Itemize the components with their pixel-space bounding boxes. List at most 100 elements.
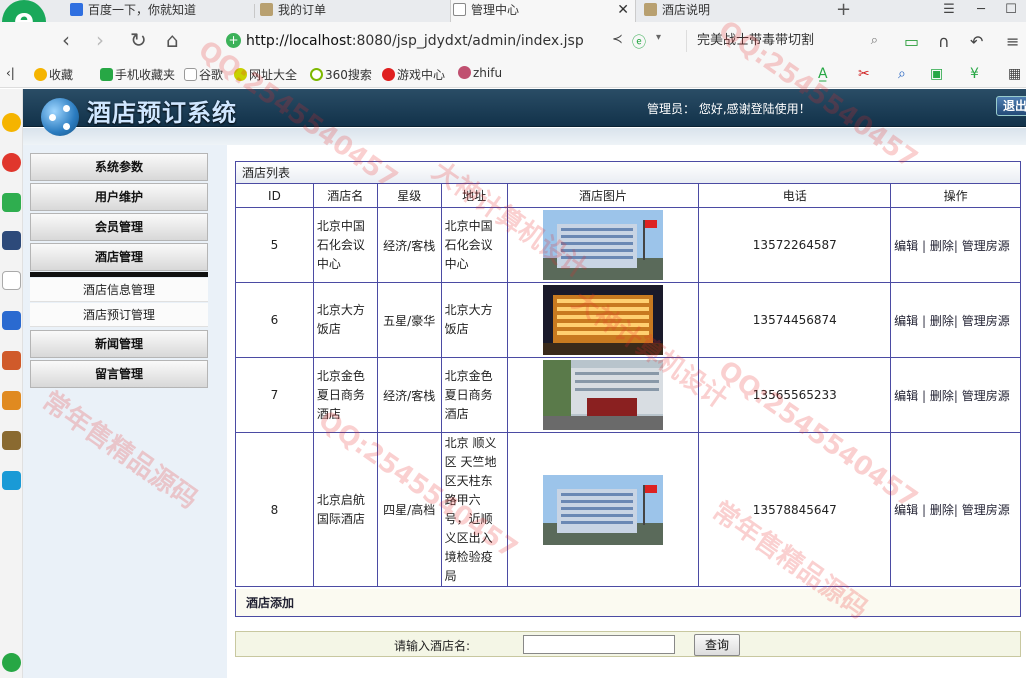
- table-row: 8 北京启航国际酒店 四星/高档 北京 顺义区 天竺地区天柱东路甲六号，近顺义区…: [235, 432, 1021, 587]
- news-icon[interactable]: [2, 231, 21, 250]
- zhifu-icon: [458, 66, 471, 79]
- new-tab-button[interactable]: +: [836, 0, 851, 20]
- query-button[interactable]: 查询: [694, 634, 740, 656]
- delete-link[interactable]: 删除: [930, 389, 954, 403]
- baidu-icon: [70, 3, 83, 16]
- game-app-icon[interactable]: [2, 351, 21, 370]
- bookmark-360[interactable]: 360搜索: [310, 66, 372, 83]
- app-p-icon[interactable]: [2, 471, 21, 490]
- bookmark-google[interactable]: 谷歌: [184, 66, 223, 83]
- back-icon[interactable]: ‹: [62, 30, 70, 50]
- bookmark-games[interactable]: 游戏中心: [382, 66, 445, 83]
- menu-hotel-management[interactable]: 酒店管理: [30, 243, 208, 271]
- manage-rooms-link[interactable]: 管理房源: [962, 389, 1010, 403]
- tab-admin-center[interactable]: 管理中心 ✕: [450, 0, 636, 22]
- menu-news-management[interactable]: 新闻管理: [30, 330, 208, 358]
- cell-phone: 13565565233: [698, 357, 892, 433]
- chat-icon[interactable]: [2, 311, 21, 330]
- menu-member-management[interactable]: 会员管理: [30, 213, 208, 241]
- undo-icon[interactable]: ↶: [970, 32, 983, 51]
- share-icon[interactable]: ≺: [612, 32, 623, 47]
- favorites-star-icon[interactable]: [2, 113, 21, 132]
- minimize-button[interactable]: ─: [966, 0, 996, 22]
- cell-star: 四星/高档: [376, 432, 442, 587]
- delete-link[interactable]: 删除: [930, 503, 954, 517]
- tab-hotel-info[interactable]: 酒店说明: [642, 0, 822, 22]
- magnifier-icon[interactable]: ⌕: [898, 66, 906, 82]
- bookmark-favorites[interactable]: 收藏: [34, 66, 73, 83]
- menu-message-management[interactable]: 留言管理: [30, 360, 208, 388]
- tab-label: 我的订单: [278, 3, 327, 17]
- mail-icon[interactable]: [2, 193, 21, 212]
- close-tab-icon[interactable]: ✕: [617, 0, 629, 20]
- manage-rooms-link[interactable]: 管理房源: [962, 314, 1010, 328]
- cell-address: 北京中国石化会议中心: [440, 207, 508, 283]
- tab-baidu[interactable]: 百度一下，你就知道: [68, 0, 248, 22]
- menu-icon[interactable]: ☰: [934, 0, 964, 22]
- col-address: 地址: [440, 183, 508, 208]
- cell-address: 北京金色夏日商务酒店: [440, 357, 508, 433]
- search360-icon: [310, 68, 323, 81]
- cell-id: 7: [235, 357, 314, 433]
- apps-grid-icon[interactable]: ▦: [1008, 66, 1021, 82]
- cell-name: 北京启航国际酒店: [312, 432, 378, 587]
- game-app2-icon[interactable]: [2, 391, 21, 410]
- bookmark-zhifu[interactable]: zhifu: [458, 66, 502, 80]
- list-title: 酒店列表: [235, 161, 1021, 183]
- secure-shield-icon: +: [226, 33, 241, 48]
- menu-user-maintenance[interactable]: 用户维护: [30, 183, 208, 211]
- submenu-hotel-booking[interactable]: 酒店预订管理: [30, 303, 208, 327]
- logout-button[interactable]: 退出: [996, 96, 1026, 116]
- col-photo: 酒店图片: [506, 183, 700, 208]
- delete-link[interactable]: 删除: [930, 239, 954, 253]
- cell-address: 北京 顺义区 天竺地区天柱东路甲六号，近顺义区出入境检验疫局: [440, 432, 508, 587]
- search-box[interactable]: 完美战士带毒带切割 ⌕: [686, 30, 886, 52]
- translate-icon[interactable]: A̲: [818, 66, 828, 82]
- hotel-photo[interactable]: [542, 360, 663, 430]
- currency-icon[interactable]: ¥: [970, 66, 979, 82]
- forward-icon[interactable]: ›: [96, 30, 104, 50]
- headphone-icon[interactable]: ∩: [938, 32, 950, 51]
- phone-icon: [100, 68, 113, 81]
- maximize-button[interactable]: ☐: [996, 0, 1026, 22]
- manage-rooms-link[interactable]: 管理房源: [962, 239, 1010, 253]
- scissors-icon[interactable]: ✂: [858, 66, 870, 82]
- add-dock-icon[interactable]: [2, 653, 21, 672]
- bookmark-sites[interactable]: 网址大全: [234, 66, 297, 83]
- add-hotel-link[interactable]: 酒店添加: [235, 589, 1021, 617]
- game-app3-icon[interactable]: [2, 431, 21, 450]
- col-name: 酒店名: [312, 183, 378, 208]
- more-menu-icon[interactable]: ≡: [1006, 32, 1019, 51]
- reload-icon[interactable]: ↻: [130, 30, 147, 50]
- bookmark-mobile[interactable]: 手机收藏夹: [100, 66, 175, 83]
- bookmarks-toggle-icon[interactable]: ‹|: [6, 66, 15, 80]
- browser-nav-bar: ‹ › ↻ ⌂ + http://localhost:8080/jsp_jdyd…: [0, 22, 1026, 60]
- address-bar[interactable]: + http://localhost:8080/jsp_jdydxt/admin…: [222, 30, 672, 52]
- tab-orders[interactable]: 我的订单: [258, 0, 438, 22]
- cell-star: 五星/豪华: [376, 282, 442, 358]
- search-icon[interactable]: ⌕: [871, 30, 878, 52]
- manage-rooms-link[interactable]: 管理房源: [962, 503, 1010, 517]
- hotel-name-input[interactable]: [523, 635, 675, 654]
- submenu-hotel-info[interactable]: 酒店信息管理: [30, 278, 208, 302]
- notes-icon[interactable]: [2, 271, 21, 290]
- gamepad-icon[interactable]: ▣: [930, 66, 943, 82]
- col-phone: 电话: [698, 183, 892, 208]
- delete-link[interactable]: 删除: [930, 314, 954, 328]
- cell-address: 北京大方饭店: [440, 282, 508, 358]
- home-icon[interactable]: ⌂: [166, 30, 179, 50]
- hotel-photo[interactable]: [542, 210, 663, 280]
- browser-mode-icon[interactable]: ⓔ: [632, 32, 646, 52]
- weibo-icon[interactable]: [2, 153, 21, 172]
- hotel-photo[interactable]: [542, 474, 663, 545]
- edit-link[interactable]: 编辑: [894, 314, 918, 328]
- cell-ops: 编辑 | 删除| 管理房源: [890, 357, 1021, 433]
- edit-link[interactable]: 编辑: [894, 389, 918, 403]
- menu-divider: [30, 272, 208, 277]
- menu-system-params[interactable]: 系统参数: [30, 153, 208, 181]
- dropdown-icon[interactable]: ▾: [656, 32, 661, 43]
- cell-star: 经济/客栈: [376, 207, 442, 283]
- edit-link[interactable]: 编辑: [894, 503, 918, 517]
- edit-link[interactable]: 编辑: [894, 239, 918, 253]
- hotel-photo[interactable]: [542, 285, 663, 355]
